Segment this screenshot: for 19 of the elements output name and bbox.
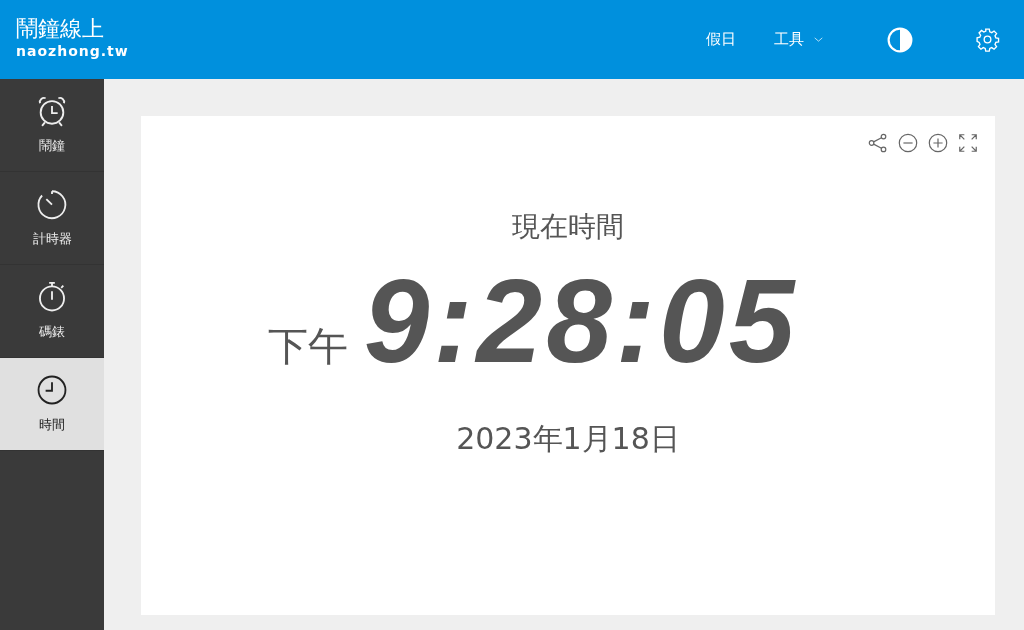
minus-circle-icon [897, 132, 919, 154]
plus-circle-icon [927, 132, 949, 154]
contrast-icon [887, 26, 913, 53]
clock-heading: 現在時間 [512, 209, 624, 245]
time-period: 下午 [267, 322, 348, 371]
expand-icon [957, 132, 979, 154]
sidebar-item[interactable]: 時間 [0, 358, 104, 451]
fullscreen-button[interactable] [957, 132, 979, 154]
digital-time: 9:28:05 [363, 262, 799, 380]
zoom-in-button[interactable] [927, 132, 949, 154]
share-icon [867, 132, 889, 154]
date-text: 2023年1月18日 [456, 420, 680, 458]
site-domain: naozhong.tw [16, 42, 129, 62]
timer-icon [35, 187, 69, 222]
settings-button[interactable] [975, 27, 1000, 52]
zoom-out-button[interactable] [897, 132, 919, 154]
share-button[interactable] [867, 132, 889, 154]
theme-toggle[interactable] [887, 26, 913, 53]
settings-icon [975, 27, 1000, 52]
